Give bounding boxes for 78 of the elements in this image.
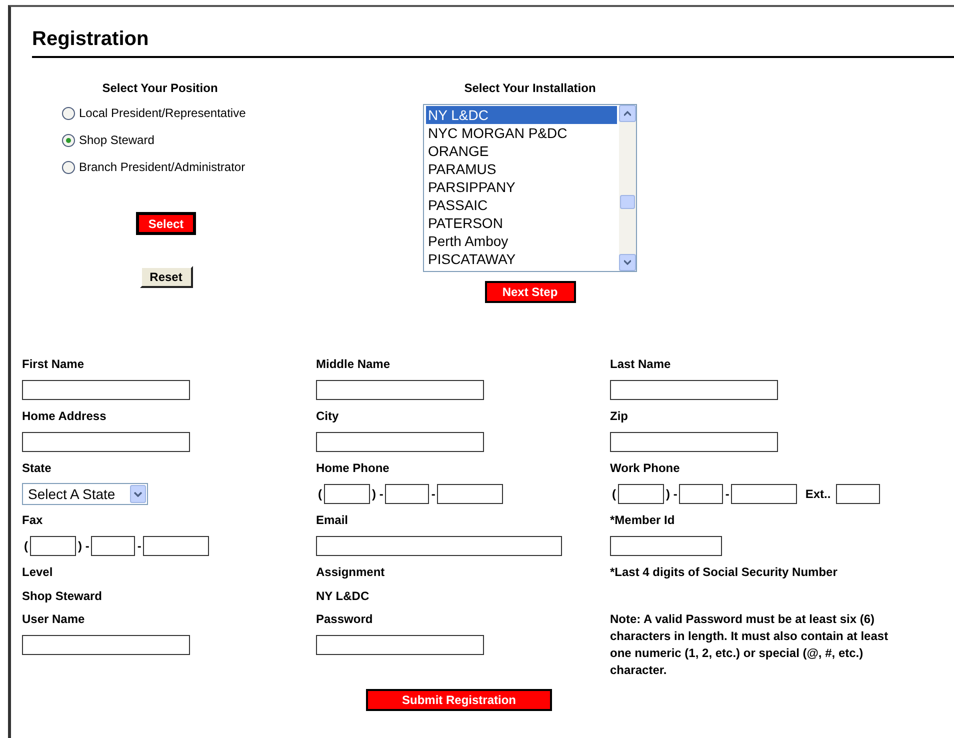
field-label: State [22, 460, 52, 476]
phone-separator: ) - [78, 539, 90, 553]
radio-label: Shop Steward [79, 133, 154, 147]
list-item[interactable]: PISCATAWAY [426, 250, 617, 268]
list-item[interactable]: ORANGE [426, 142, 617, 160]
reset-button[interactable]: Reset [140, 266, 192, 288]
input-field[interactable] [30, 536, 76, 556]
field-label: First Name [22, 356, 86, 372]
field-label: Home Address [22, 408, 108, 424]
input-field[interactable] [91, 536, 136, 556]
list-item[interactable]: NYC MORGAN P&DC [426, 124, 617, 142]
phone-separator: ( [318, 487, 322, 501]
field-label: Level [22, 564, 54, 580]
field-label: Work Phone [610, 460, 681, 476]
note-text: Note: A valid Password must be at least six (6) characters in length. It must also contain at least one numeric (1, 2, etc.) or special (@, #, etc.) character. [610, 611, 890, 679]
phone-separator: ( [24, 539, 28, 553]
input-field[interactable] [610, 432, 778, 452]
field-label: Password [316, 611, 374, 627]
input-field[interactable] [679, 484, 724, 504]
input-field[interactable] [316, 536, 562, 556]
radio-label: Local President/Representative [79, 106, 246, 120]
input-field[interactable] [385, 484, 430, 504]
select-button[interactable]: Select [136, 212, 196, 235]
page-title: Registration [32, 27, 150, 51]
state-select[interactable]: Select A State [22, 483, 148, 505]
field-label: *Member Id [610, 512, 676, 528]
scrollbar[interactable] [619, 105, 636, 271]
input-field[interactable] [836, 484, 880, 504]
section-heading: Select Your Position [101, 81, 219, 95]
list-item[interactable]: PASSAIC [426, 196, 617, 214]
input-field[interactable] [316, 432, 484, 452]
radio-label: Branch President/Administrator [79, 160, 246, 174]
input-field[interactable] [316, 380, 484, 400]
input-field[interactable] [731, 484, 798, 504]
field-value: Shop Steward [22, 588, 104, 604]
list-item[interactable]: Perth Amboy [426, 232, 617, 250]
radio-button[interactable] [62, 134, 75, 146]
phone-separator: ) - [372, 487, 384, 501]
phone-separator: - [725, 487, 730, 501]
field-label: Last Name [610, 356, 672, 372]
field-label: City [316, 408, 340, 424]
field-label: Ext.. [805, 487, 831, 501]
input-field[interactable] [22, 432, 190, 452]
input-field[interactable] [316, 635, 484, 655]
installation-listbox[interactable]: NY L&DC NYC MORGAN P&DC ORANGE PARAMUS PARSIPPANY PASSAIC PATERSON Perth Amboy PISCATAWAY [423, 104, 637, 272]
field-value: NY L&DC [316, 588, 370, 604]
scroll-up-button[interactable] [619, 105, 636, 122]
input-field[interactable] [22, 635, 190, 655]
list-item[interactable]: NY L&DC [426, 106, 617, 124]
field-label: Zip [610, 408, 629, 424]
input-field[interactable] [324, 484, 370, 504]
submit-button[interactable]: Submit Registration [366, 689, 552, 711]
list-item[interactable]: PATERSON [426, 214, 617, 232]
phone-separator: - [137, 539, 142, 553]
field-label: Middle Name [316, 356, 392, 372]
input-field[interactable] [610, 380, 778, 400]
phone-separator: ) - [666, 487, 678, 501]
input-field[interactable] [437, 484, 504, 504]
field-label: User Name [22, 611, 86, 627]
input-field[interactable] [618, 484, 664, 504]
list-item[interactable]: PARSIPPANY [426, 178, 617, 196]
field-label: Home Phone [316, 460, 390, 476]
field-label: Assignment [316, 564, 386, 580]
radio-button[interactable] [62, 106, 75, 120]
radio-button[interactable] [62, 160, 75, 174]
next-step-button[interactable]: Next Step [484, 281, 576, 303]
field-label: Fax [22, 512, 44, 528]
scroll-thumb[interactable] [620, 195, 635, 209]
list-item[interactable]: PARAMUS [426, 160, 617, 178]
field-label: Email [316, 512, 350, 528]
section-heading: Select Your Installation [464, 81, 596, 95]
input-field[interactable] [22, 380, 190, 400]
phone-separator: ( [612, 487, 616, 501]
scroll-down-button[interactable] [619, 254, 636, 271]
phone-separator: - [431, 487, 436, 501]
note-text: *Last 4 digits of Social Security Number [610, 564, 838, 581]
input-field[interactable] [610, 536, 722, 556]
input-field[interactable] [143, 536, 210, 556]
